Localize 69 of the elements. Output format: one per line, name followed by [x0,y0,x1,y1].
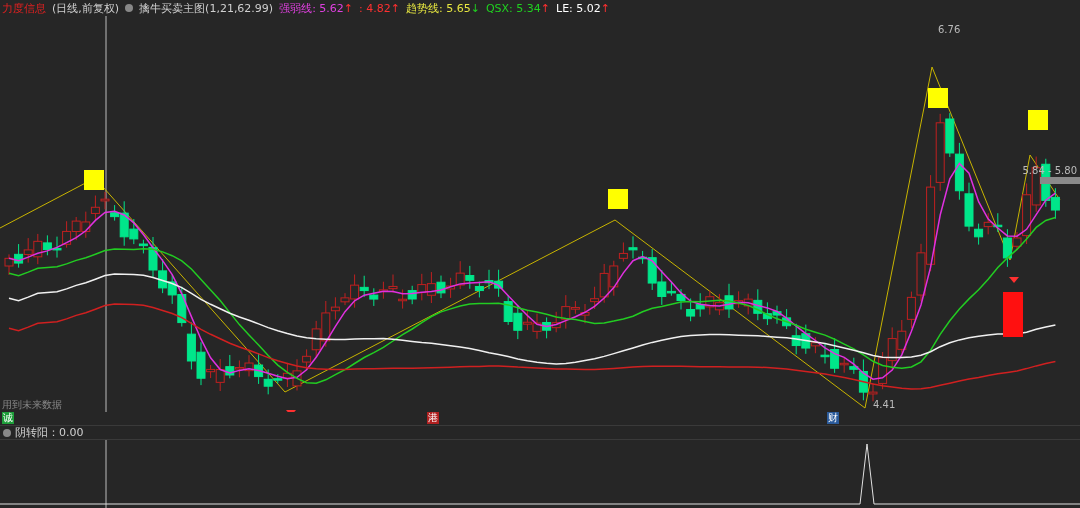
candlestick [225,354,235,379]
signal-marker [928,88,948,108]
candlestick [14,243,24,269]
candlestick [186,321,196,370]
indicator-reading: 阴转阳：0.00 [15,425,84,440]
candlestick [436,275,446,299]
event-badge[interactable]: 诚 [2,412,14,424]
high-price-label: 6.76 [938,24,961,35]
candlestick [426,271,436,304]
trend-arrow: ↓ [470,1,480,15]
candlestick [897,319,907,354]
indicator-reading: : 4.82 [359,1,391,15]
toggle-icon[interactable] [3,428,11,437]
candlestick [90,195,100,221]
trend-arrow: ↑ [600,1,610,15]
candlestick [455,260,465,290]
candlestick [52,236,62,259]
candlestick [762,301,772,326]
signal-marker [1028,110,1048,130]
candlestick [407,285,417,305]
candlestick [686,298,696,322]
toggle-icon[interactable] [125,4,134,12]
event-badge[interactable]: 财 [827,412,839,424]
candlestick [81,211,91,239]
candlestick [398,289,408,310]
candlestick [887,326,897,370]
candlestick [503,294,513,326]
low-price-label: 4.41 [873,399,896,410]
candlestick [167,274,177,305]
candlestick [580,303,590,324]
candlestick [484,269,494,290]
candlestick [494,269,504,298]
candlestick [532,313,542,340]
signal-marker [84,170,104,190]
candlestick [772,305,782,325]
candlestick [446,277,456,299]
indicator-reading: 趋势线: 5.65 [406,1,471,15]
trend-arrow: ↑ [343,1,354,15]
candlestick [378,281,388,300]
candlestick [23,237,33,264]
event-badge[interactable]: 港 [427,412,439,424]
price-range-bar [1040,177,1080,184]
candlestick [676,288,686,310]
indicator-reading: LE: 5.02 [556,1,601,15]
signal-bar [1003,292,1023,337]
candlestick [695,292,705,318]
candlestick [100,191,110,210]
period-label: (日线,前复权) [52,0,120,16]
candlestick [705,290,715,316]
candlestick [369,287,379,307]
candlestick [542,316,552,339]
candlestick [71,216,81,241]
candlestick [177,286,187,328]
candlestick [234,359,244,378]
trend-arrow: ↑ [390,1,400,15]
indicator-reading: QSX: 5.34 [485,1,541,15]
candlestick [388,274,398,294]
candlestick [62,220,72,249]
future-data-note: 用到未来数据 [2,399,62,410]
signal-marker [608,189,628,209]
indicator-reading: 强弱线: 5.62 [279,1,344,15]
candlestick [4,253,14,276]
candlestick [417,273,427,301]
candlestick [983,212,993,235]
indicator-title: 力度信息 [2,0,46,16]
trend-arrow: ↑ [540,1,550,15]
candlestick [954,142,964,201]
crosshair-line [105,440,107,508]
indicator-name: 擒牛买卖主图(1,21,62.99) [139,0,274,16]
